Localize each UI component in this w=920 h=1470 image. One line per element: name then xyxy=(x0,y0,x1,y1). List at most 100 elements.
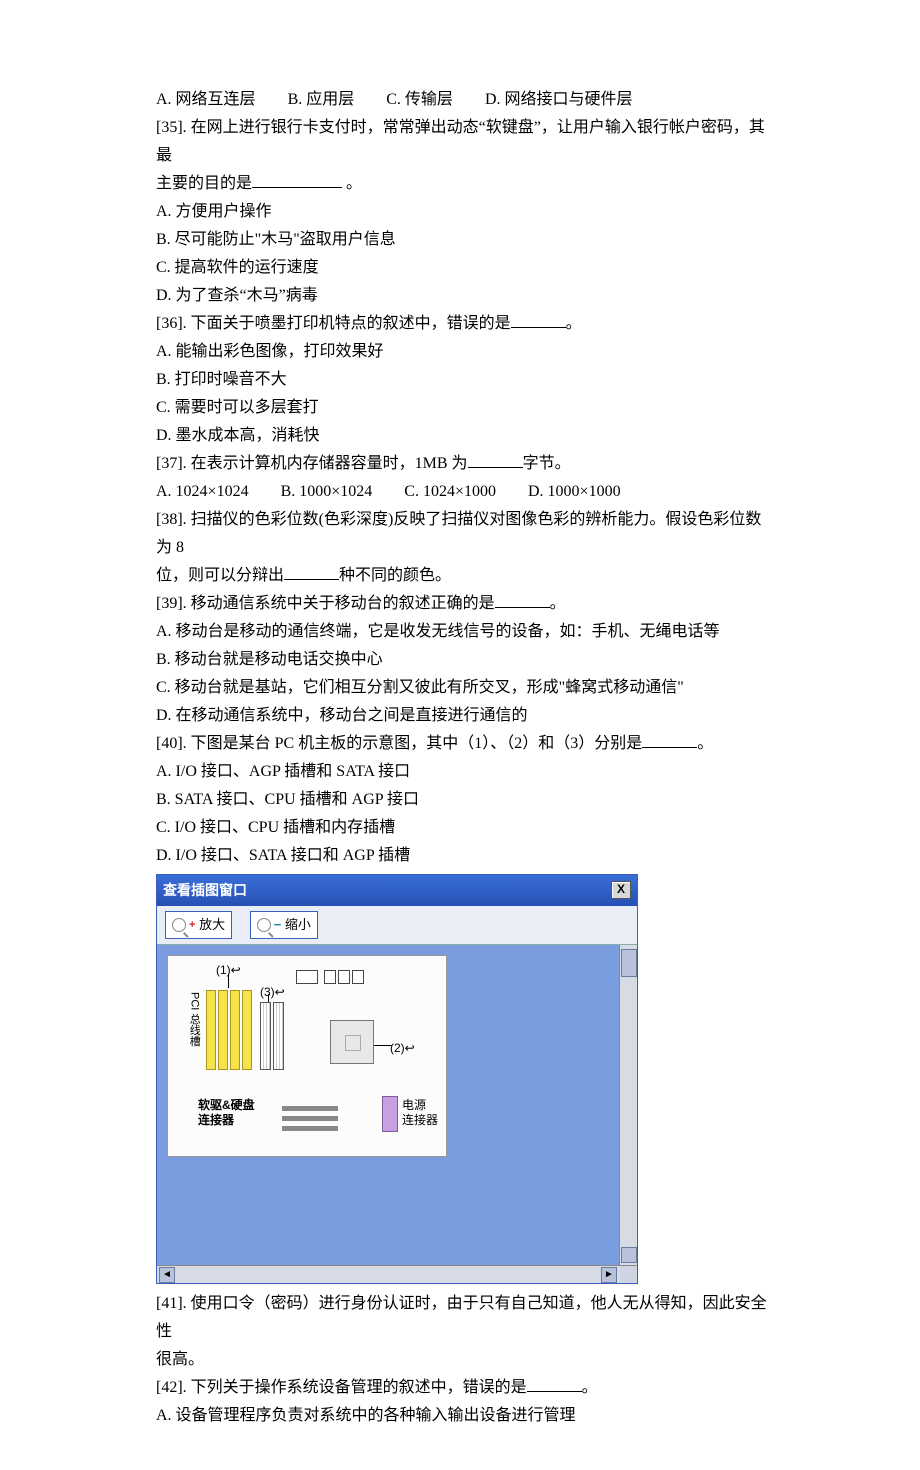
q39-opt-d: D. 在移动通信系统中，移动台之间是直接进行通信的 xyxy=(156,702,770,730)
vertical-scrollbar[interactable] xyxy=(619,945,637,1265)
memory-slot xyxy=(260,1002,271,1070)
pci-slot xyxy=(230,990,240,1070)
q39-tail: 。 xyxy=(550,595,566,612)
image-viewer-window: 查看插图窗口 X + 放大 − 缩小 (1)↩ (3)↩ (2)↩ PCI 总线… xyxy=(156,874,638,1284)
q39-opt-c: C. 移动台就是基站，它们相互分割又彼此有所交叉，形成"蜂窝式移动通信" xyxy=(156,674,770,702)
callout-3: (3)↩ xyxy=(260,982,285,1003)
q37-tail: 字节。 xyxy=(523,455,571,472)
hd-connector xyxy=(282,1116,338,1121)
q36-opt-b: B. 打印时噪音不大 xyxy=(156,366,770,394)
q40-stem-text: [40]. 下图是某台 PC 机主板的示意图，其中（1）、（2）和（3）分别是 xyxy=(156,735,642,752)
blank xyxy=(495,593,550,608)
q42-stem: [42]. 下列关于操作系统设备管理的叙述中，错误的是 。 xyxy=(156,1374,770,1402)
power-connector xyxy=(382,1096,398,1132)
hd-label: 软驱&硬盘 连接器 xyxy=(198,1098,255,1127)
power-label: 电源 连接器 xyxy=(402,1098,438,1127)
plus-icon: + xyxy=(189,919,195,931)
zoom-out-button[interactable]: − 缩小 xyxy=(250,911,318,940)
q37-opt-d: D. 1000×1000 xyxy=(528,478,621,506)
q41-stem-1: [41]. 使用口令（密码）进行身份认证时，由于只有自己知道，他人无从得知，因此… xyxy=(156,1290,770,1346)
zoom-out-label: 缩小 xyxy=(285,917,311,932)
q39-opt-b: B. 移动台就是移动电话交换中心 xyxy=(156,646,770,674)
magnifier-icon xyxy=(172,918,186,932)
q39-stem-text: [39]. 移动通信系统中关于移动台的叙述正确的是 xyxy=(156,595,495,612)
q35-stem-1: [35]. 在网上进行银行卡支付时，常常弹出动态“软键盘”，让用户输入银行帐户密… xyxy=(156,114,770,170)
pci-label: PCI 总线槽 xyxy=(184,992,203,1046)
hd-label-2: 连接器 xyxy=(198,1113,234,1127)
blank xyxy=(252,173,342,188)
power-label-1: 电源 xyxy=(402,1098,426,1112)
blank xyxy=(642,733,697,748)
q40-opt-d: D. I/O 接口、SATA 接口和 AGP 插槽 xyxy=(156,842,770,870)
blank xyxy=(527,1377,582,1392)
memory-slot xyxy=(273,1002,284,1070)
scroll-thumb[interactable] xyxy=(621,949,637,977)
q35-opt-a: A. 方便用户操作 xyxy=(156,198,770,226)
close-button[interactable]: X xyxy=(611,881,631,899)
hd-connector xyxy=(282,1126,338,1131)
q38-stem-1: [38]. 扫描仪的色彩位数(色彩深度)反映了扫描仪对图像色彩的辨析能力。假设色… xyxy=(156,506,770,562)
q36-opt-a: A. 能输出彩色图像，打印效果好 xyxy=(156,338,770,366)
canvas-area: (1)↩ (3)↩ (2)↩ PCI 总线槽 xyxy=(157,945,637,1265)
magnifier-icon xyxy=(257,918,271,932)
blank xyxy=(468,453,523,468)
callout-line xyxy=(228,974,229,988)
q35-opt-b: B. 尽可能防止"木马"盗取用户信息 xyxy=(156,226,770,254)
cpu-socket xyxy=(330,1020,374,1064)
q37-opt-b: B. 1000×1024 xyxy=(281,478,373,506)
q34-options: A. 网络互连层 B. 应用层 C. 传输层 D. 网络接口与硬件层 xyxy=(156,86,770,114)
q38-stem-2: 位，则可以分辩出种不同的颜色。 xyxy=(156,562,770,590)
q34-opt-b: B. 应用层 xyxy=(288,86,355,114)
q42-stem-text: [42]. 下列关于操作系统设备管理的叙述中，错误的是 xyxy=(156,1379,527,1396)
q42-opt-a: A. 设备管理程序负责对系统中的各种输入输出设备进行管理 xyxy=(156,1402,770,1430)
hd-label-1: 软驱&硬盘 xyxy=(198,1098,255,1112)
q37-options: A. 1024×1024 B. 1000×1024 C. 1024×1000 D… xyxy=(156,478,770,506)
minus-icon: − xyxy=(274,917,282,932)
io-port xyxy=(324,970,336,984)
q36-stem: [36]. 下面关于喷墨打印机特点的叙述中，错误的是 。 xyxy=(156,310,770,338)
pci-slot xyxy=(218,990,228,1070)
q36-stem-text: [36]. 下面关于喷墨打印机特点的叙述中，错误的是 xyxy=(156,315,511,332)
scroll-right-arrow-icon[interactable]: ► xyxy=(601,1267,617,1283)
io-port xyxy=(338,970,350,984)
q37-opt-c: C. 1024×1000 xyxy=(404,478,496,506)
q35-stem-2-text: 主要的目的是 xyxy=(156,175,252,192)
scroll-down-arrow-icon[interactable] xyxy=(621,1247,637,1263)
callout-line xyxy=(372,1045,392,1046)
q40-opt-b: B. SATA 接口、CPU 插槽和 AGP 接口 xyxy=(156,786,770,814)
blank xyxy=(511,313,566,328)
toolbar: + 放大 − 缩小 xyxy=(157,906,637,946)
zoom-in-button[interactable]: + 放大 xyxy=(165,911,232,940)
scroll-corner xyxy=(620,1266,637,1283)
q40-opt-a: A. I/O 接口、AGP 插槽和 SATA 接口 xyxy=(156,758,770,786)
hd-connector xyxy=(282,1106,338,1111)
io-port xyxy=(296,970,318,984)
q41-stem-2: 很高。 xyxy=(156,1346,770,1374)
q36-tail: 。 xyxy=(566,315,582,332)
document-page: A. 网络互连层 B. 应用层 C. 传输层 D. 网络接口与硬件层 [35].… xyxy=(0,0,920,1470)
q35-stem-2: 主要的目的是 。 xyxy=(156,170,770,198)
q39-stem: [39]. 移动通信系统中关于移动台的叙述正确的是 。 xyxy=(156,590,770,618)
pci-slot xyxy=(206,990,216,1070)
q37-stem-text: [37]. 在表示计算机内存储器容量时，1MB 为 xyxy=(156,455,468,472)
q40-tail: 。 xyxy=(697,735,713,752)
horizontal-scrollbar[interactable]: ◄ ► xyxy=(157,1265,637,1283)
zoom-in-label: 放大 xyxy=(199,917,225,932)
q35-opt-d: D. 为了查杀“木马”病毒 xyxy=(156,282,770,310)
q37-stem: [37]. 在表示计算机内存储器容量时，1MB 为 字节。 xyxy=(156,450,770,478)
q36-opt-d: D. 墨水成本高，消耗快 xyxy=(156,422,770,450)
q39-opt-a: A. 移动台是移动的通信终端，它是收发无线信号的设备，如：手机、无绳电话等 xyxy=(156,618,770,646)
scroll-left-arrow-icon[interactable]: ◄ xyxy=(159,1267,175,1283)
q34-opt-d: D. 网络接口与硬件层 xyxy=(485,86,633,114)
q40-stem: [40]. 下图是某台 PC 机主板的示意图，其中（1）、（2）和（3）分别是 。 xyxy=(156,730,770,758)
q38-tail: 种不同的颜色。 xyxy=(339,567,451,584)
q37-opt-a: A. 1024×1024 xyxy=(156,478,249,506)
q35-opt-c: C. 提高软件的运行速度 xyxy=(156,254,770,282)
q42-tail: 。 xyxy=(582,1379,598,1396)
q34-opt-a: A. 网络互连层 xyxy=(156,86,256,114)
q36-opt-c: C. 需要时可以多层套打 xyxy=(156,394,770,422)
callout-2: (2)↩ xyxy=(390,1038,415,1059)
power-label-2: 连接器 xyxy=(402,1113,438,1127)
q40-opt-c: C. I/O 接口、CPU 插槽和内存插槽 xyxy=(156,814,770,842)
pci-slot xyxy=(242,990,252,1070)
